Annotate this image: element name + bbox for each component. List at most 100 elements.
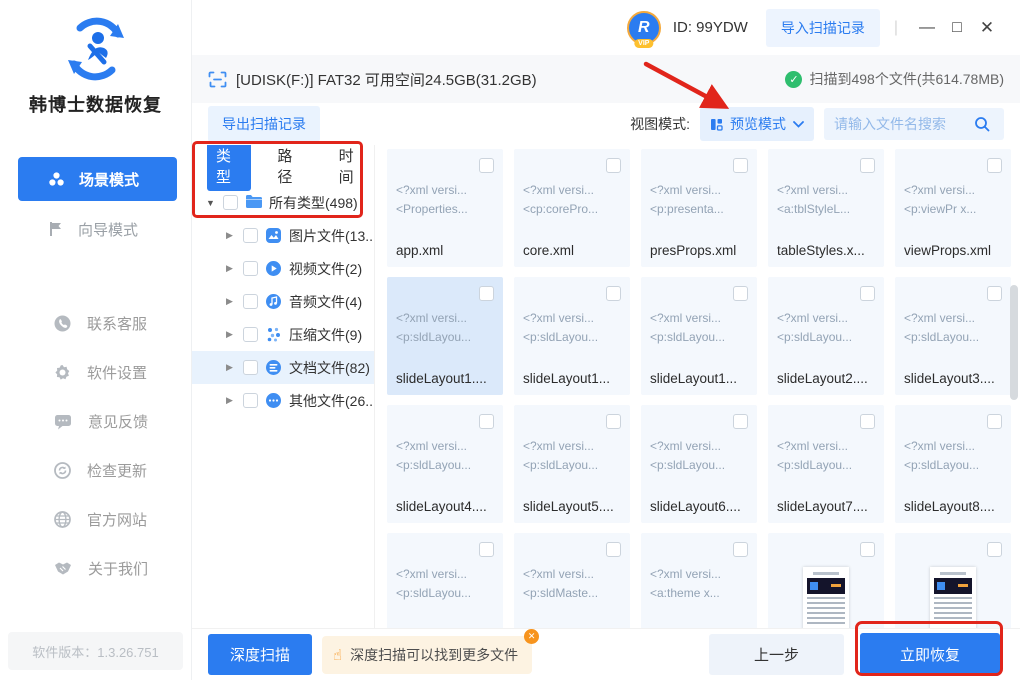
sidebar-item-check-update[interactable]: 检查更新 (0, 446, 191, 495)
checkbox[interactable] (860, 542, 875, 557)
footer-bar: 深度扫描 ☝ 深度扫描可以找到更多文件 ✕ 上一步 立即恢复 (192, 628, 1020, 680)
file-card-presprops-xml[interactable]: <?xml versi...<p:presenta... presProps.x… (641, 149, 757, 267)
tree-node-images[interactable]: ▶ 图片文件(13... (192, 219, 374, 252)
file-card-slidelayout8[interactable]: <?xml versi...<p:sldLayou... slideLayout… (895, 405, 1011, 523)
file-card-slidemaster[interactable]: <?xml versi...<p:sldMaste... (514, 533, 630, 628)
checkbox[interactable] (243, 228, 258, 243)
file-card-slidelayout1c[interactable]: <?xml versi...<p:sldLayou... slideLayout… (641, 277, 757, 395)
search-input[interactable] (834, 116, 974, 132)
tooltip-close-icon[interactable]: ✕ (524, 629, 539, 644)
preview-line: <?xml versi... (523, 565, 621, 584)
checkbox[interactable] (733, 286, 748, 301)
file-card-doc-thumbnail[interactable] (895, 533, 1011, 628)
caret-closed-icon[interactable]: ▶ (226, 230, 236, 241)
maximize-icon[interactable]: □ (942, 19, 972, 37)
file-name: viewProps.xml (904, 243, 991, 258)
tree-node-archives[interactable]: ▶ 压缩文件(9) (192, 318, 374, 351)
previous-step-button[interactable]: 上一步 (709, 634, 844, 675)
file-card-slidelayout4[interactable]: <?xml versi...<p:sldLayou... slideLayout… (387, 405, 503, 523)
checkbox[interactable] (243, 261, 258, 276)
recover-now-button[interactable]: 立即恢复 (860, 633, 1000, 676)
checkbox[interactable] (987, 542, 1002, 557)
file-card-slidelayout1b[interactable]: <?xml versi...<p:sldLayou... slideLayout… (514, 277, 630, 395)
sidebar-item-contact-support[interactable]: 联系客服 (0, 299, 191, 348)
checkbox[interactable] (860, 414, 875, 429)
sidebar-item-settings[interactable]: 软件设置 (0, 348, 191, 397)
export-scan-records-button[interactable]: 导出扫描记录 (208, 106, 320, 142)
file-card-slidelayout5[interactable]: <?xml versi...<p:sldLayou... slideLayout… (514, 405, 630, 523)
checkbox[interactable] (479, 158, 494, 173)
tab-time[interactable]: 时间 (330, 145, 374, 191)
checkbox[interactable] (733, 414, 748, 429)
sidebar-item-about-us[interactable]: 关于我们 (0, 544, 191, 593)
tree-node-audio[interactable]: ▶ 音频文件(4) (192, 285, 374, 318)
preview-line: <p:sldLayou... (650, 328, 748, 347)
caret-closed-icon[interactable]: ▶ (226, 296, 236, 307)
file-name: presProps.xml (650, 243, 736, 258)
file-card-core-xml[interactable]: <?xml versi...<cp:corePro... core.xml (514, 149, 630, 267)
file-card-doc-thumbnail[interactable] (768, 533, 884, 628)
file-card-slidelayout1[interactable]: <?xml versi...<p:sldLayou... slideLayout… (387, 277, 503, 395)
checkbox[interactable] (479, 414, 494, 429)
caret-closed-icon[interactable]: ▶ (226, 263, 236, 274)
checkbox[interactable] (479, 286, 494, 301)
checkbox[interactable] (987, 414, 1002, 429)
vertical-scrollbar[interactable] (1010, 145, 1018, 628)
sidebar-item-feedback[interactable]: 意见反馈 (0, 397, 191, 446)
caret-closed-icon[interactable]: ▶ (226, 395, 236, 406)
file-card-slidelayout3[interactable]: <?xml versi...<p:sldLayou... slideLayout… (895, 277, 1011, 395)
checkbox[interactable] (606, 158, 621, 173)
view-mode-dropdown[interactable]: 预览模式 (700, 107, 814, 141)
file-card-theme[interactable]: <?xml versi...<a:theme x... (641, 533, 757, 628)
checkbox[interactable] (606, 414, 621, 429)
caret-closed-icon[interactable]: ▶ (226, 362, 236, 373)
caret-open-icon[interactable]: ▼ (206, 198, 216, 208)
caret-closed-icon[interactable]: ▶ (226, 329, 236, 340)
file-card-viewprops-xml[interactable]: <?xml versi...<p:viewPr x... viewProps.x… (895, 149, 1011, 267)
titlebar: R VIP ID: 99YDW 导入扫描记录 | — □ ✕ (192, 0, 1020, 55)
file-card-tablestyles-xml[interactable]: <?xml versi...<a:tblStyleL... tableStyle… (768, 149, 884, 267)
file-card-slidelayout6[interactable]: <?xml versi...<p:sldLayou... slideLayout… (641, 405, 757, 523)
file-card-slidelayout2[interactable]: <?xml versi...<p:sldLayou... slideLayout… (768, 277, 884, 395)
checkbox[interactable] (243, 294, 258, 309)
file-card-slidelayout7[interactable]: <?xml versi...<p:sldLayou... slideLayout… (768, 405, 884, 523)
checkbox[interactable] (243, 327, 258, 342)
grid-view-icon (710, 118, 723, 131)
gear-icon (54, 364, 71, 381)
vip-avatar[interactable]: R VIP (627, 11, 661, 45)
checkbox[interactable] (987, 158, 1002, 173)
preview-line: <p:presenta... (650, 200, 748, 219)
checkbox[interactable] (243, 360, 258, 375)
tooltip-text: 深度扫描可以找到更多文件 (350, 645, 518, 665)
scrollbar-thumb[interactable] (1010, 285, 1018, 400)
search-icon[interactable] (974, 116, 990, 132)
file-card-app-xml[interactable]: <?xml versi...<Properties... app.xml (387, 149, 503, 267)
checkbox[interactable] (243, 393, 258, 408)
search-box[interactable] (824, 108, 1004, 140)
tree-node-documents[interactable]: ▶ 文档文件(82) (192, 351, 374, 384)
checkbox[interactable] (733, 542, 748, 557)
checkbox[interactable] (860, 286, 875, 301)
checkbox[interactable] (606, 286, 621, 301)
file-card-slidelayout-more[interactable]: <?xml versi...<p:sldLayou... (387, 533, 503, 628)
tree-node-videos[interactable]: ▶ 视频文件(2) (192, 252, 374, 285)
close-icon[interactable]: ✕ (972, 18, 1002, 38)
checkbox[interactable] (987, 286, 1002, 301)
sidebar-item-wizard-mode[interactable]: 向导模式 (18, 207, 177, 251)
tree-node-others[interactable]: ▶ 其他文件(26... (192, 384, 374, 417)
tab-path[interactable]: 路径 (268, 145, 312, 191)
checkbox[interactable] (223, 195, 238, 210)
import-scan-records-button[interactable]: 导入扫描记录 (766, 9, 880, 47)
checkbox[interactable] (606, 542, 621, 557)
minimize-icon[interactable]: — (912, 19, 942, 37)
tab-type[interactable]: 类型 (207, 145, 251, 191)
checkbox[interactable] (479, 542, 494, 557)
sidebar-item-official-site[interactable]: 官方网站 (0, 495, 191, 544)
preview-line: <cp:corePro... (523, 200, 621, 219)
checkbox[interactable] (860, 158, 875, 173)
sidebar-item-scene-mode[interactable]: 场景模式 (18, 157, 177, 201)
checkbox[interactable] (733, 158, 748, 173)
deep-scan-button[interactable]: 深度扫描 (208, 634, 312, 675)
preview-line: <?xml versi... (396, 181, 494, 200)
audio-file-icon (265, 293, 282, 310)
